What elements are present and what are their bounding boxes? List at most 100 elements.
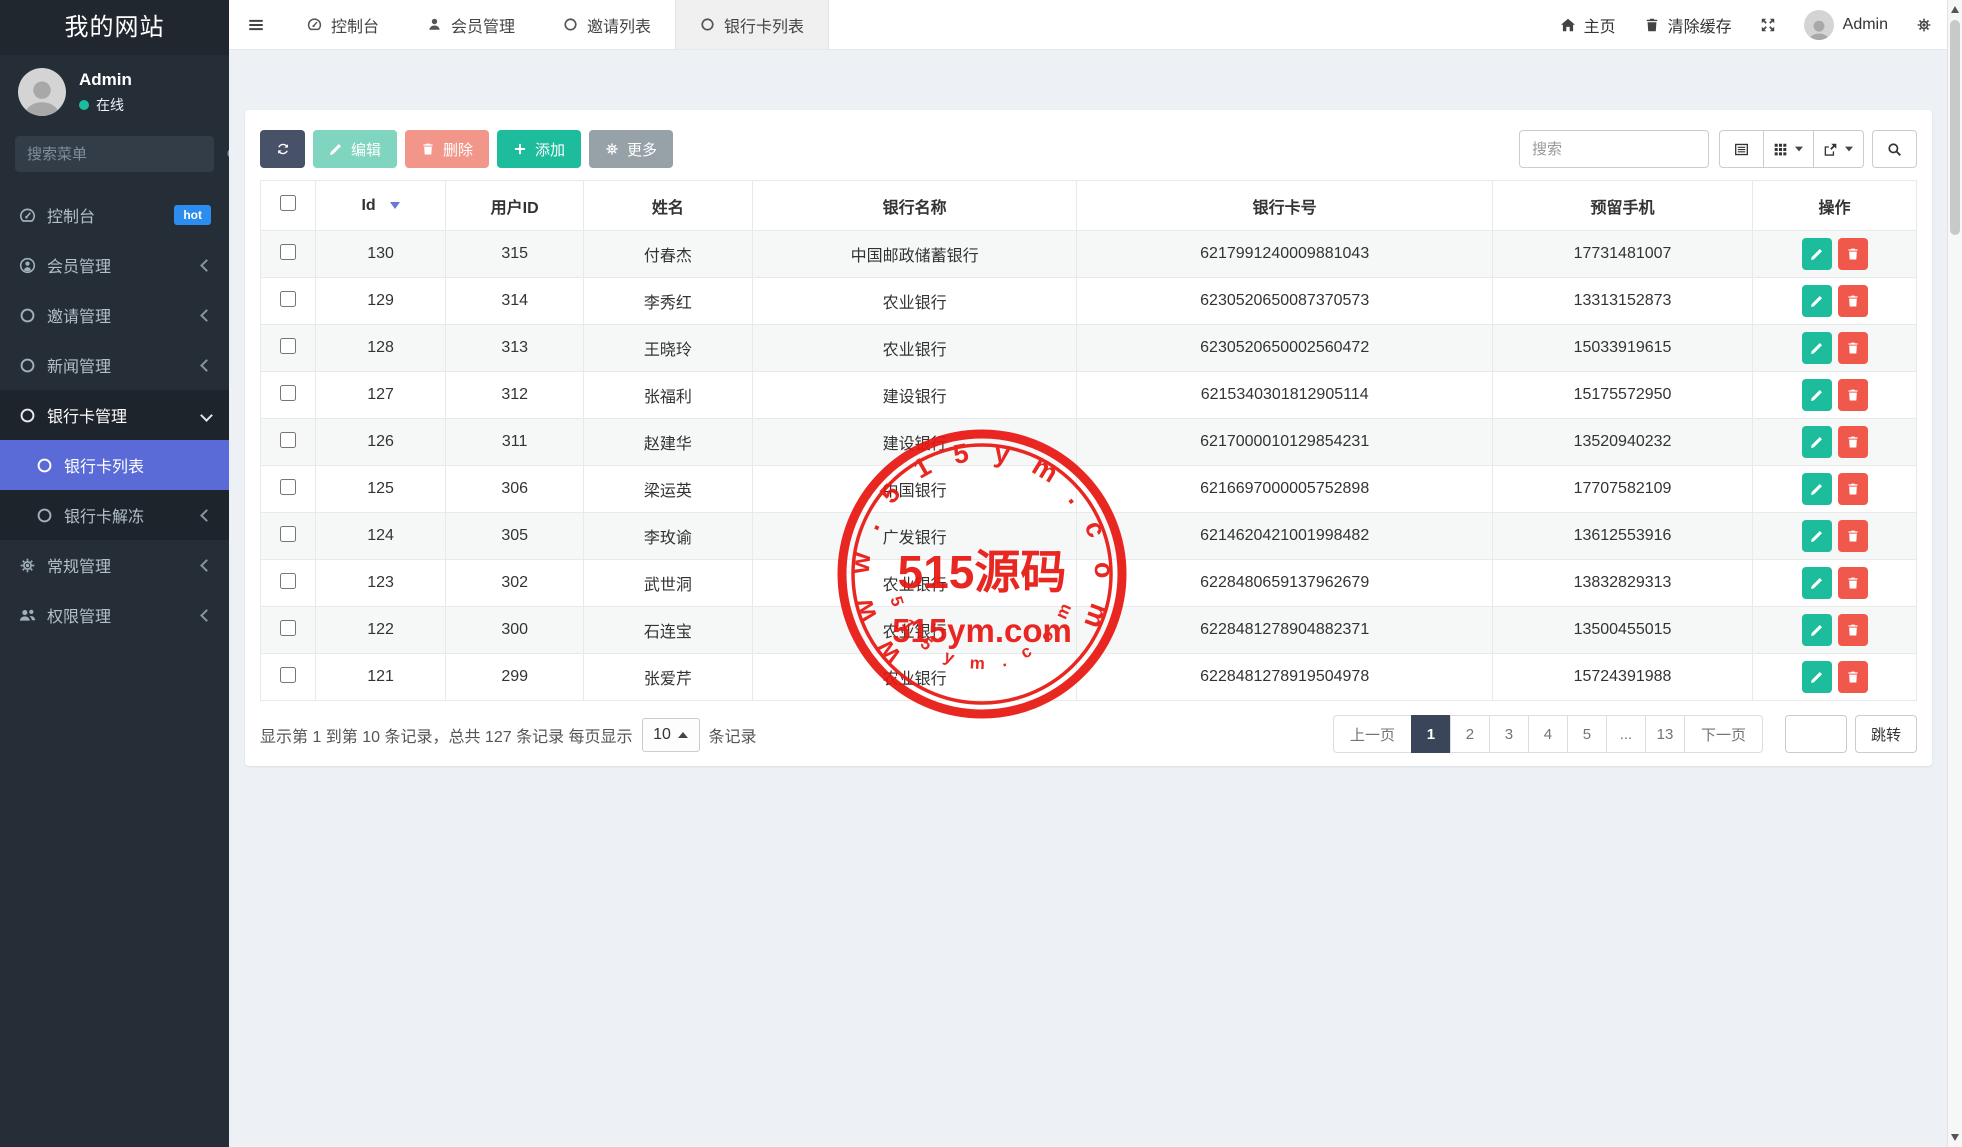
delete-row-button[interactable]: [1838, 285, 1868, 317]
row-checkbox[interactable]: [280, 338, 296, 354]
row-checkbox[interactable]: [280, 244, 296, 260]
delete-row-button[interactable]: [1838, 661, 1868, 693]
sidebar-item-invites[interactable]: 邀请管理: [0, 290, 229, 340]
home-link[interactable]: 主页: [1560, 13, 1616, 37]
columns-button[interactable]: [1763, 130, 1814, 168]
row-checkbox[interactable]: [280, 620, 296, 636]
page-button-1[interactable]: 1: [1411, 715, 1451, 753]
delete-row-button[interactable]: [1838, 567, 1868, 599]
sidebar-item-bankcard-unfreeze[interactable]: 银行卡解冻: [0, 490, 229, 540]
delete-row-button[interactable]: [1838, 473, 1868, 505]
circle-icon: [19, 307, 36, 324]
fullscreen-button[interactable]: [1760, 17, 1776, 33]
delete-button[interactable]: 删除: [405, 130, 489, 168]
edit-row-button[interactable]: [1802, 285, 1832, 317]
row-checkbox[interactable]: [280, 385, 296, 401]
sidebar-item-dashboard[interactable]: 控制台 hot: [0, 190, 229, 240]
menu-search: [15, 136, 214, 172]
delete-row-button[interactable]: [1838, 238, 1868, 270]
row-checkbox[interactable]: [280, 479, 296, 495]
scrollbar-thumb[interactable]: [1950, 20, 1960, 235]
tab-bankcard-list[interactable]: 银行卡列表: [675, 0, 829, 49]
add-button[interactable]: 添加: [497, 130, 581, 168]
delete-row-button[interactable]: [1838, 614, 1868, 646]
column-header-user-id[interactable]: 用户ID: [446, 181, 583, 231]
row-checkbox[interactable]: [280, 526, 296, 542]
page-size-select[interactable]: 10: [642, 718, 700, 752]
sidebar-toggle-button[interactable]: [229, 0, 283, 49]
tab-label: 控制台: [331, 13, 379, 37]
edit-row-button[interactable]: [1802, 238, 1832, 270]
detail-view-button[interactable]: [1719, 130, 1764, 168]
search-button[interactable]: [1872, 130, 1917, 168]
delete-row-button[interactable]: [1838, 426, 1868, 458]
select-all-header: [261, 181, 316, 231]
edit-row-button[interactable]: [1802, 614, 1832, 646]
edit-row-button[interactable]: [1802, 661, 1832, 693]
delete-row-button[interactable]: [1838, 332, 1868, 364]
chevron-left-icon: [202, 361, 211, 370]
refresh-button[interactable]: [260, 130, 305, 168]
select-all-checkbox[interactable]: [280, 195, 296, 211]
tab-dashboard[interactable]: 控制台: [283, 0, 403, 49]
edit-row-button[interactable]: [1802, 379, 1832, 411]
online-status-dot: [79, 100, 89, 110]
page-button-3[interactable]: 3: [1489, 715, 1529, 753]
page-next-button[interactable]: 下一页: [1684, 715, 1763, 753]
column-header-phone[interactable]: 预留手机: [1493, 181, 1753, 231]
vertical-scrollbar[interactable]: [1947, 0, 1962, 1147]
navbar-user-menu[interactable]: Admin: [1804, 10, 1888, 40]
view-buttons-group: [1719, 130, 1864, 168]
edit-row-button[interactable]: [1802, 473, 1832, 505]
row-checkbox[interactable]: [280, 291, 296, 307]
page-prev-button[interactable]: 上一页: [1333, 715, 1412, 753]
sidebar-item-members[interactable]: 会员管理: [0, 240, 229, 290]
sidebar-item-news[interactable]: 新闻管理: [0, 340, 229, 390]
delete-row-button[interactable]: [1838, 520, 1868, 552]
column-header-name[interactable]: 姓名: [583, 181, 752, 231]
edit-row-button[interactable]: [1802, 567, 1832, 599]
sidebar-item-label: 常规管理: [47, 553, 111, 577]
scroll-up-arrow-icon[interactable]: [1951, 6, 1959, 13]
tab-label: 邀请列表: [587, 13, 651, 37]
delete-row-button[interactable]: [1838, 379, 1868, 411]
column-header-bank[interactable]: 银行名称: [752, 181, 1077, 231]
more-button[interactable]: 更多: [589, 130, 673, 168]
column-header-card[interactable]: 银行卡号: [1077, 181, 1493, 231]
sidebar-item-label: 控制台: [47, 203, 95, 227]
trash-icon: [421, 142, 435, 156]
edit-row-button[interactable]: [1802, 426, 1832, 458]
menu-search-input[interactable]: [27, 146, 226, 163]
edit-row-button[interactable]: [1802, 520, 1832, 552]
edit-button[interactable]: 编辑: [313, 130, 397, 168]
sidebar-item-permissions[interactable]: 权限管理: [0, 590, 229, 640]
tab-invite-list[interactable]: 邀请列表: [539, 0, 675, 49]
jump-button[interactable]: 跳转: [1855, 715, 1917, 753]
page-button-5[interactable]: 5: [1567, 715, 1607, 753]
page-button-13[interactable]: 13: [1645, 715, 1685, 753]
chevron-left-icon: [202, 511, 211, 520]
sidebar-item-general-settings[interactable]: 常规管理: [0, 540, 229, 590]
page-ellipsis[interactable]: ...: [1606, 715, 1646, 753]
scroll-down-arrow-icon[interactable]: [1951, 1134, 1959, 1141]
sidebar-item-bankcard-list[interactable]: 银行卡列表: [0, 440, 229, 490]
settings-button[interactable]: [1916, 17, 1932, 33]
jump-page-input[interactable]: [1785, 715, 1847, 753]
tab-members[interactable]: 会员管理: [403, 0, 539, 49]
clear-cache-link[interactable]: 清除缓存: [1644, 13, 1732, 37]
circle-icon: [19, 357, 36, 374]
row-checkbox[interactable]: [280, 432, 296, 448]
sidebar-group-bankcards: 银行卡管理 银行卡列表 银行卡解冻: [0, 390, 229, 540]
row-checkbox[interactable]: [280, 573, 296, 589]
table-row: 122300 石连宝农业银行 6228481278904882371135004…: [261, 607, 1917, 654]
column-header-id[interactable]: Id: [315, 181, 446, 231]
row-checkbox[interactable]: [280, 667, 296, 683]
edit-row-button[interactable]: [1802, 332, 1832, 364]
table-search-input[interactable]: [1519, 130, 1709, 168]
page-button-4[interactable]: 4: [1528, 715, 1568, 753]
export-button[interactable]: [1813, 130, 1864, 168]
sidebar-item-bankcard-management[interactable]: 银行卡管理: [0, 390, 229, 440]
table-row: 128313 王晓玲农业银行 6230520650002560472150339…: [261, 325, 1917, 372]
user-icon: [427, 17, 442, 32]
page-button-2[interactable]: 2: [1450, 715, 1490, 753]
